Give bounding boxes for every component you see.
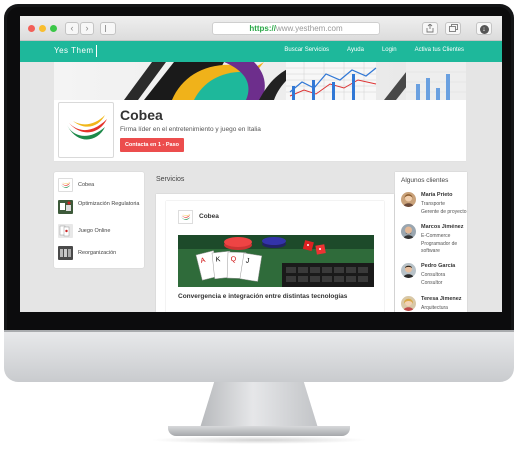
- clients-heading: Algunos clientes: [401, 177, 449, 184]
- services-sidebar: Cobea Optimización Regulatoria Juego Onl…: [54, 172, 144, 268]
- url-host: www.yesthem.com: [275, 24, 343, 33]
- tabs-icon: [448, 24, 458, 32]
- slots-thumbnail-icon: [58, 246, 73, 260]
- monitor-chin: [4, 330, 514, 382]
- forward-button[interactable]: ›: [80, 22, 94, 35]
- zoom-window-button[interactable]: [50, 25, 57, 32]
- service-card[interactable]: Cobea A K Q J Convergencia e integración…: [166, 201, 384, 312]
- client-name: Marcos Jiménez: [421, 224, 464, 230]
- share-button[interactable]: [422, 22, 438, 35]
- client-sector: Transporte: [421, 201, 445, 207]
- client-role-cont: software: [421, 248, 440, 254]
- avatar: [401, 263, 416, 278]
- company-logo: [58, 102, 114, 158]
- avatar: [401, 192, 416, 207]
- client-sector: E-Commerce: [421, 233, 451, 239]
- back-button[interactable]: ‹: [65, 22, 79, 35]
- url-protocol: https://: [249, 24, 276, 33]
- sidebar-item-cobea[interactable]: Cobea: [58, 176, 142, 194]
- minimize-window-button[interactable]: [39, 25, 46, 32]
- screen: ‹ › https://www.yesthem.com ↓ Yes Them B…: [20, 16, 502, 312]
- client-role: Gerente de proyecto: [421, 209, 467, 215]
- chevron-left-icon: ‹: [70, 23, 74, 33]
- monitor-chin-edge: [4, 330, 514, 332]
- nav-link-ayuda[interactable]: Ayuda: [347, 47, 364, 53]
- sidebar-item-reorganizacion[interactable]: Reorganización: [58, 244, 142, 262]
- casino-table-image: A K Q J: [178, 235, 374, 287]
- services-panel: Cobea A K Q J Convergencia e integración…: [156, 194, 394, 312]
- brand-separator: [96, 45, 97, 57]
- client-role: Consultor: [421, 280, 443, 286]
- sidebar-item-label: Cobea: [78, 182, 95, 188]
- svg-text:Q: Q: [231, 256, 237, 263]
- client-name: Teresa Jimenez: [421, 296, 462, 302]
- service-image: A K Q J: [178, 235, 374, 287]
- service-caption: Convergencia e integración entre distint…: [178, 293, 348, 300]
- client-name: María Prieto: [421, 192, 453, 198]
- nav-link-activa-clientes[interactable]: Activa tus Clientes: [415, 47, 464, 53]
- casino-thumbnail-icon: [58, 200, 73, 214]
- monitor-stand: [200, 382, 318, 428]
- banner-graphic: [124, 62, 466, 100]
- service-company-name: Cobea: [199, 213, 219, 220]
- chevron-right-icon: ›: [85, 23, 89, 33]
- sidebar-item-optimizacion[interactable]: Optimización Regulatoria: [58, 198, 142, 216]
- site-navbar: Yes Them Buscar Servicios Ayuda Login Ac…: [20, 41, 502, 62]
- cobea-logo-icon: [58, 178, 73, 192]
- sidebar-item-label: Juego Online: [78, 228, 111, 234]
- close-window-button[interactable]: [28, 25, 35, 32]
- nav-link-buscar-servicios[interactable]: Buscar Servicios: [284, 47, 329, 53]
- nav-link-login[interactable]: Login: [382, 47, 397, 53]
- sidebar-item-juego-online[interactable]: Juego Online: [58, 222, 142, 240]
- cards-thumbnail-icon: [58, 224, 73, 238]
- sidebar-item-label: Reorganización: [78, 250, 117, 256]
- clients-panel: Algunos clientes María Prieto Transporte…: [395, 172, 467, 312]
- downloads-button[interactable]: ↓: [476, 22, 492, 35]
- client-sector: Consultora: [421, 272, 446, 278]
- cobea-logo-icon: [178, 210, 193, 224]
- cover-banner: [54, 62, 466, 100]
- company-name: Cobea: [120, 107, 163, 123]
- address-bar[interactable]: https://www.yesthem.com: [212, 22, 380, 35]
- nav-links: Buscar Servicios Ayuda Login Activa tus …: [284, 47, 464, 53]
- client-name: Pedro García: [421, 263, 456, 269]
- cobea-logo-icon: [67, 115, 107, 140]
- download-icon: ↓: [479, 25, 489, 34]
- contact-button[interactable]: Contacta en 1 - Paso: [120, 138, 184, 152]
- monitor-shadow: [150, 436, 368, 444]
- brand-logo[interactable]: Yes Them: [54, 46, 94, 55]
- company-tagline: Firma líder en el entretenimiento y jueg…: [120, 126, 261, 133]
- browser-toolbar: ‹ › https://www.yesthem.com ↓: [20, 16, 502, 41]
- monitor-stand-base: [168, 426, 350, 436]
- sidebar-toggle-button[interactable]: [100, 22, 116, 35]
- tabs-button[interactable]: [445, 22, 461, 35]
- company-profile-card: Cobea Firma líder en el entretenimiento …: [54, 100, 466, 162]
- avatar: [401, 296, 416, 311]
- avatar: [401, 224, 416, 239]
- sidebar-item-label: Optimización Regulatoria: [78, 201, 140, 207]
- share-icon: [426, 23, 434, 33]
- services-heading: Servicios: [156, 176, 185, 183]
- client-role: Programador de: [421, 241, 458, 247]
- client-sector: Arquitectura: [421, 305, 448, 311]
